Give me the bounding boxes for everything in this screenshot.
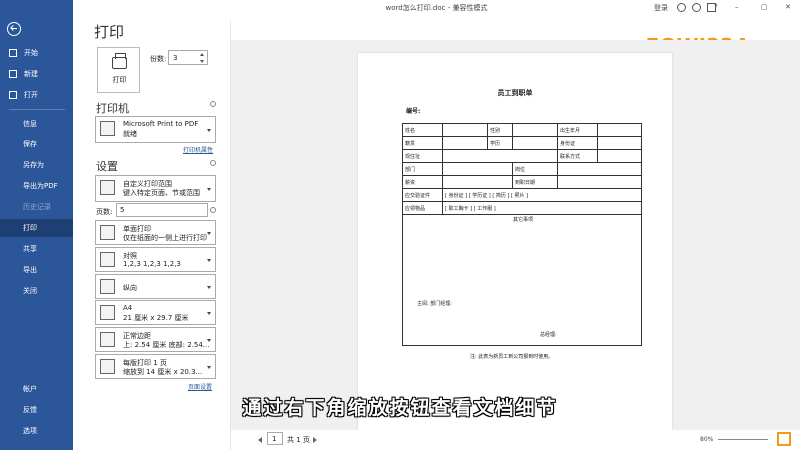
copies-input[interactable]: 3 <box>168 50 208 65</box>
printer-dropdown[interactable]: Microsoft Print to PDF 就绪 <box>95 116 216 143</box>
chevron-down-icon <box>207 187 211 191</box>
new-doc-icon <box>9 70 17 78</box>
prev-page-icon[interactable] <box>258 437 262 443</box>
info-icon[interactable] <box>210 160 216 166</box>
sidebar-item-info[interactable]: 信息 <box>0 115 73 133</box>
printer-icon <box>112 53 127 69</box>
preview-page: 员工到职单 编号: 姓名 性别 出生年月 籍贯 学历 身份证 现住址 联系方式 部门 岗位 … <box>358 53 672 430</box>
chevron-down-icon <box>207 231 211 235</box>
margins-dropdown[interactable]: 正常边距 上: 2.54 厘米 底部: 2.54... <box>95 327 216 352</box>
page-number-input[interactable]: 1 <box>267 432 283 445</box>
backstage-sidebar: 开始 新建 打开 信息 保存 另存为 导出为PDF 历史记录 打印 共享 导出 … <box>0 0 73 450</box>
sidebar-divider <box>9 109 65 110</box>
chevron-down-icon <box>207 311 211 315</box>
sidebar-item-print[interactable]: 打印 <box>0 219 73 237</box>
table-row: 薪资 到职日期 <box>402 175 642 189</box>
login-link[interactable]: 登录 <box>654 3 668 13</box>
zoom-level: 80% <box>700 436 714 443</box>
sidebar-item-home[interactable]: 开始 <box>0 44 73 62</box>
title-bar: word怎么打印.doc - 兼容性模式 登录 ? – ▢ ✕ <box>73 0 800 16</box>
folder-icon <box>9 91 17 99</box>
printer-properties-link[interactable]: 打印机属性 <box>183 145 213 154</box>
print-range-dropdown[interactable]: 自定义打印范围 键入特定页面、节或范围 <box>95 175 216 202</box>
info-icon[interactable] <box>210 207 216 213</box>
collate-icon <box>100 252 115 267</box>
print-button[interactable]: 打印 <box>97 47 140 93</box>
minimize-icon[interactable]: – <box>735 3 739 11</box>
table-row: 姓名 性别 出生年月 <box>402 123 642 137</box>
doc-note: 注: 此表为新员工到公司报到时使用。 <box>470 354 554 360</box>
frown-icon[interactable] <box>692 3 701 12</box>
help-icon[interactable]: ? <box>714 3 718 11</box>
sidebar-item-open[interactable]: 打开 <box>0 86 73 104</box>
zoom-to-page-button[interactable] <box>777 432 791 446</box>
zoom-slider[interactable] <box>718 439 768 440</box>
form-table: 姓名 性别 出生年月 籍贯 学历 身份证 现住址 联系方式 部门 岗位 薪资 到职日期 应交验… <box>402 123 642 215</box>
sidebar-item-save[interactable]: 保存 <box>0 135 73 153</box>
table-row: 籍贯 学历 身份证 <box>402 136 642 150</box>
orientation-dropdown[interactable]: 纵向 <box>95 274 216 299</box>
page-total: 共 1 页 <box>287 436 310 444</box>
doc-number-label: 编号: <box>406 108 421 115</box>
chevron-down-icon <box>207 338 211 342</box>
table-row: 应交验证件[ 身份证 ] [ 学历证 ] [ 简历 ] [ 照片 ] <box>402 188 642 202</box>
pages-input[interactable]: 5 <box>116 203 208 217</box>
collate-dropdown[interactable]: 对照 1,2,3 1,2,3 1,2,3 <box>95 247 216 272</box>
table-row: 应领物品[ 职工胸卡 ] [ 工作服 ] <box>402 201 642 215</box>
sidebar-item-new[interactable]: 新建 <box>0 65 73 83</box>
sidebar-item-export-pdf[interactable]: 导出为PDF <box>0 177 73 195</box>
page-title: 打印 <box>94 23 125 41</box>
maximize-icon[interactable]: ▢ <box>761 3 768 11</box>
sidebar-item-close[interactable]: 关闭 <box>0 282 73 300</box>
single-side-icon <box>100 225 115 240</box>
sidebar-item-export[interactable]: 导出 <box>0 261 73 279</box>
window-title: word怎么打印.doc - 兼容性模式 <box>385 4 488 12</box>
info-icon[interactable] <box>210 101 216 107</box>
settings-header: 设置 <box>96 160 118 173</box>
pages-icon <box>100 180 115 195</box>
chevron-down-icon <box>207 285 211 289</box>
table-row: 部门 岗位 <box>402 162 642 176</box>
sidebar-item-options[interactable]: 选项 <box>0 422 73 440</box>
page-setup-link[interactable]: 页面设置 <box>188 382 212 391</box>
sidebar-item-share[interactable]: 共享 <box>0 240 73 258</box>
margins-icon <box>100 332 115 347</box>
portrait-icon <box>100 279 115 294</box>
pages-label: 页数: <box>96 208 113 216</box>
close-icon[interactable]: ✕ <box>785 3 791 11</box>
printer-header: 打印机 <box>96 102 129 115</box>
table-row: 现住址 联系方式 <box>402 149 642 163</box>
next-page-icon[interactable] <box>313 437 317 443</box>
paper-size-dropdown[interactable]: A4 21 厘米 x 29.7 厘米 <box>95 300 216 325</box>
home-icon <box>9 49 17 57</box>
sidebar-item-history: 历史记录 <box>23 203 51 211</box>
sidebar-item-save-as[interactable]: 另存为 <box>0 156 73 174</box>
spinner-icon[interactable] <box>200 53 205 63</box>
copies-label: 份数: <box>150 55 167 63</box>
pages-per-sheet-dropdown[interactable]: 每版打印 1 页 缩放到 14 厘米 x 20.3... <box>95 354 216 379</box>
video-subtitle: 通过右下角缩放按钮查看文档细节 <box>242 397 558 419</box>
chevron-down-icon <box>207 128 211 132</box>
paper-icon <box>100 305 115 320</box>
printer-ready-icon <box>100 121 115 136</box>
back-arrow-icon[interactable] <box>7 22 21 36</box>
chevron-down-icon <box>207 365 211 369</box>
sides-dropdown[interactable]: 单面打印 仅在纸面的一侧上进行打印 <box>95 220 216 245</box>
pages-per-sheet-icon <box>100 359 115 374</box>
other-matters-cell: 其它事项 主阅: 部门经理: 总经理: <box>402 214 642 346</box>
doc-title: 员工到职单 <box>497 89 533 97</box>
chevron-down-icon <box>207 258 211 262</box>
smiley-icon[interactable] <box>677 3 686 12</box>
